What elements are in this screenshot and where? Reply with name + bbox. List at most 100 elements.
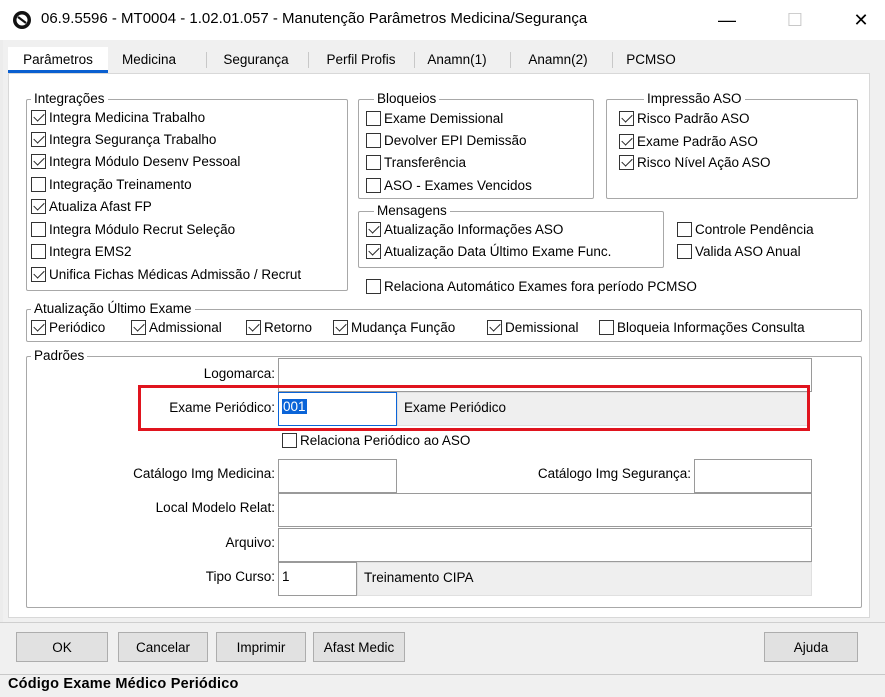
checkbox-box[interactable] [31, 221, 46, 237]
tipo-curso-label: Tipo Curso: [205, 569, 275, 584]
checkbox-retorno[interactable]: Retorno [246, 317, 312, 337]
checkbox-devolver-epi[interactable]: Devolver EPI Demissão [366, 130, 527, 150]
checkbox-box[interactable] [131, 319, 146, 335]
tipo-curso-input[interactable]: 1 [278, 562, 357, 596]
tab-separator [510, 52, 511, 68]
checkbox-relaciona-automatico[interactable]: Relaciona Automático Exames fora período… [366, 276, 697, 296]
checkbox-unifica-fichas[interactable]: Unifica Fichas Médicas Admissão / Recrut [31, 264, 301, 284]
tab-seguranca[interactable]: Segurança [214, 47, 298, 73]
minimize-button[interactable]: — [704, 0, 750, 40]
checkbox-label: Relaciona Automático Exames fora período… [384, 278, 697, 294]
checkbox-demissional[interactable]: Demissional [487, 317, 579, 337]
tab-medicina[interactable]: Medicina [110, 47, 188, 73]
checkbox-exame-padrao[interactable]: Exame Padrão ASO [619, 131, 758, 151]
checkbox-label: Transferência [384, 154, 467, 170]
catalogo-medicina-label: Catálogo Img Medicina: [133, 466, 275, 481]
checkbox-box[interactable] [619, 110, 634, 126]
checkbox-atualiza-afast[interactable]: Atualiza Afast FP [31, 196, 152, 216]
checkbox-atualizacao-info-aso[interactable]: Atualização Informações ASO [366, 219, 563, 239]
cancel-button[interactable]: Cancelar [118, 632, 208, 662]
padroes-legend: Padrões [31, 348, 88, 364]
ok-button[interactable]: OK [16, 632, 108, 662]
integracoes-group [26, 99, 348, 291]
checkbox-box[interactable] [619, 133, 634, 149]
checkbox-box[interactable] [31, 109, 46, 125]
tab-separator [308, 52, 309, 68]
checkbox-aso-vencidos[interactable]: ASO - Exames Vencidos [366, 175, 532, 195]
checkbox-exame-demissional[interactable]: Exame Demissional [366, 108, 503, 128]
checkbox-label: Integra Módulo Desenv Pessoal [49, 153, 241, 169]
arquivo-input[interactable] [278, 528, 812, 562]
checkbox-label: Bloqueia Informações Consulta [617, 319, 805, 335]
checkbox-integra-seguranca[interactable]: Integra Segurança Trabalho [31, 129, 216, 149]
checkbox-box[interactable] [31, 198, 46, 214]
local-modelo-input[interactable] [278, 493, 812, 527]
checkbox-label: Atualização Data Último Exame Func. [384, 243, 612, 259]
checkbox-label: Valida ASO Anual [695, 243, 801, 259]
checkbox-controle-pendencia[interactable]: Controle Pendência [677, 219, 814, 239]
checkbox-label: Mudança Função [351, 319, 456, 335]
checkbox-label: Risco Padrão ASO [637, 110, 750, 126]
print-button[interactable]: Imprimir [216, 632, 306, 662]
status-text: Código Exame Médico Periódico [8, 676, 239, 692]
checkbox-transferencia[interactable]: Transferência [366, 152, 466, 172]
checkbox-admissional[interactable]: Admissional [131, 317, 222, 337]
checkbox-valida-aso-anual[interactable]: Valida ASO Anual [677, 241, 801, 261]
arquivo-label: Arquivo: [225, 535, 275, 550]
maximize-button[interactable]: ☐ [772, 0, 818, 40]
checkbox-periodico[interactable]: Periódico [31, 317, 105, 337]
checkbox-box[interactable] [487, 319, 502, 335]
checkbox-box[interactable] [31, 319, 46, 335]
checkbox-integra-desenv-pessoal[interactable]: Integra Módulo Desenv Pessoal [31, 151, 240, 171]
checkbox-box[interactable] [366, 221, 381, 237]
checkbox-box[interactable] [31, 176, 46, 192]
tab-anamn-2[interactable]: Anamn(2) [518, 47, 598, 73]
tipo-curso-description: Treinamento CIPA [357, 562, 812, 596]
checkbox-box[interactable] [366, 132, 381, 148]
checkbox-label: Integra Módulo Recrut Seleção [49, 221, 236, 237]
checkbox-box[interactable] [366, 110, 381, 126]
app-icon [13, 11, 31, 29]
checkbox-label: Periódico [49, 319, 106, 335]
checkbox-risco-padrao[interactable]: Risco Padrão ASO [619, 108, 750, 128]
checkbox-label: Risco Nível Ação ASO [637, 154, 771, 170]
tab-anamn-1[interactable]: Anamn(1) [418, 47, 496, 73]
checkbox-risco-nivel-acao[interactable]: Risco Nível Ação ASO [619, 152, 771, 172]
checkbox-box[interactable] [366, 243, 381, 259]
checkbox-mudanca-funcao[interactable]: Mudança Função [333, 317, 455, 337]
help-button[interactable]: Ajuda [764, 632, 858, 662]
checkbox-box[interactable] [246, 319, 261, 335]
checkbox-box[interactable] [31, 153, 46, 169]
tab-perfil-profis[interactable]: Perfil Profis [316, 47, 406, 73]
checkbox-box[interactable] [366, 177, 381, 193]
checkbox-box[interactable] [282, 432, 297, 448]
checkbox-box[interactable] [366, 278, 381, 294]
checkbox-label: Integração Treinamento [49, 176, 192, 192]
checkbox-label: Retorno [264, 319, 313, 335]
checkbox-box[interactable] [31, 266, 46, 282]
close-button[interactable]: ✕ [838, 0, 884, 40]
checkbox-label: ASO - Exames Vencidos [384, 177, 532, 193]
checkbox-box[interactable] [677, 243, 692, 259]
checkbox-atualizacao-data-exame[interactable]: Atualização Data Último Exame Func. [366, 241, 611, 261]
checkbox-box[interactable] [31, 131, 46, 147]
catalogo-seguranca-input[interactable] [694, 459, 812, 493]
afast-medic-button[interactable]: Afast Medic [313, 632, 405, 662]
checkbox-relaciona-periodico[interactable]: Relaciona Periódico ao ASO [282, 430, 470, 450]
checkbox-integra-medicina[interactable]: Integra Medicina Trabalho [31, 107, 205, 127]
checkbox-box[interactable] [333, 319, 348, 335]
checkbox-integracao-treinamento[interactable]: Integração Treinamento [31, 174, 192, 194]
checkbox-box[interactable] [677, 221, 692, 237]
tab-pcmso[interactable]: PCMSO [614, 47, 688, 73]
checkbox-bloqueia-info-consulta[interactable]: Bloqueia Informações Consulta [599, 317, 805, 337]
checkbox-integra-ems2[interactable]: Integra EMS2 [31, 241, 132, 261]
checkbox-box[interactable] [366, 154, 381, 170]
checkbox-box[interactable] [619, 154, 634, 170]
catalogo-medicina-input[interactable] [278, 459, 397, 493]
checkbox-label: Controle Pendência [695, 221, 814, 237]
checkbox-integra-recrut[interactable]: Integra Módulo Recrut Seleção [31, 219, 235, 239]
checkbox-label: Integra Medicina Trabalho [49, 109, 206, 125]
checkbox-box[interactable] [31, 243, 46, 259]
checkbox-box[interactable] [599, 319, 614, 335]
checkbox-label: Integra Segurança Trabalho [49, 131, 217, 147]
